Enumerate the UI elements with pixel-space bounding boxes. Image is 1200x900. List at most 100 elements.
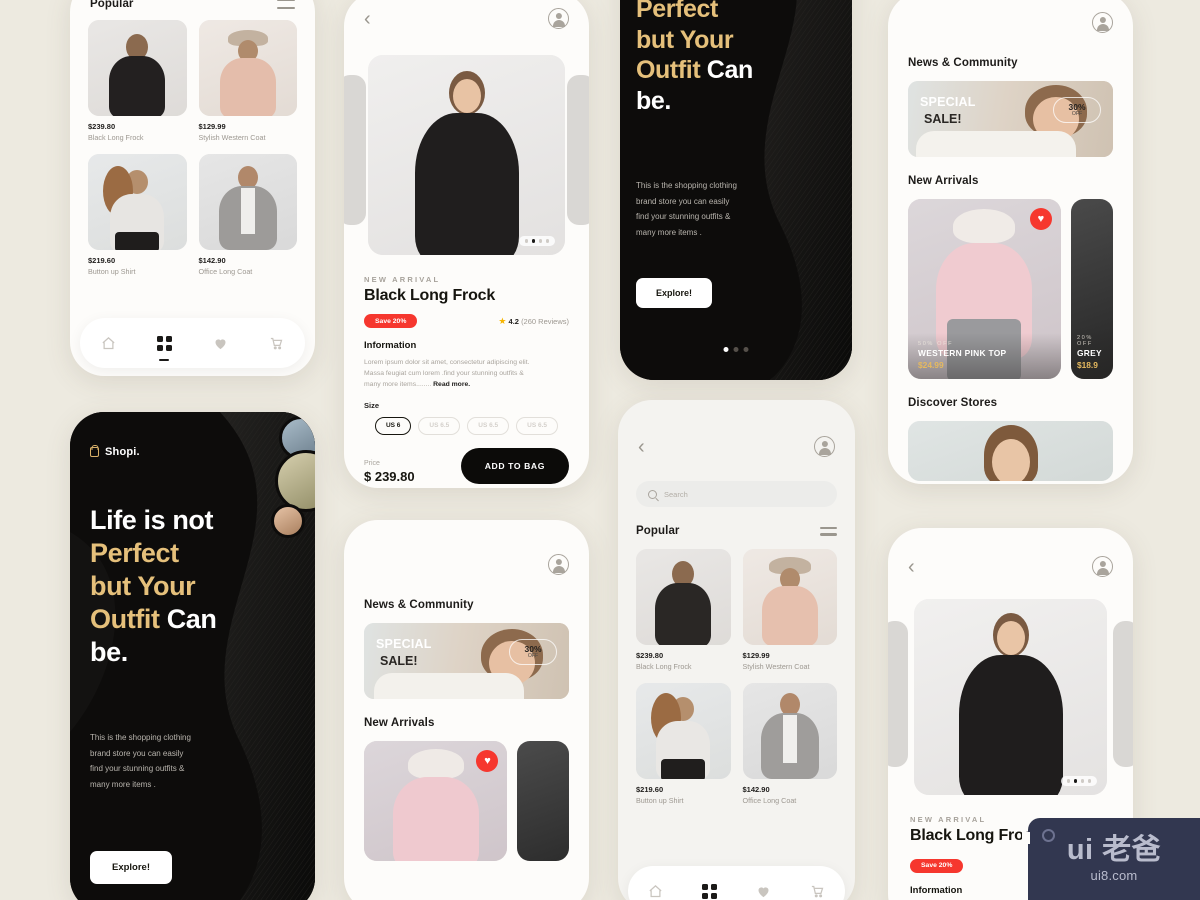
- next-image-peek[interactable]: [1113, 621, 1133, 767]
- prev-image-peek[interactable]: [344, 75, 366, 225]
- size-option[interactable]: US 6.5: [467, 416, 510, 435]
- product-card[interactable]: $129.99 Stylish Western Coat: [198, 20, 297, 142]
- image-carousel-dots[interactable]: [518, 235, 555, 246]
- nav-heart-icon[interactable]: [213, 336, 228, 351]
- hero-line-4: Outfit Can: [636, 55, 808, 86]
- product-card[interactable]: $129.99 Stylish Western Coat: [742, 549, 837, 671]
- hero-line-4-white: Can: [166, 603, 217, 634]
- product-name: Button up Shirt: [636, 796, 684, 805]
- user-avatar-icon[interactable]: [548, 8, 569, 29]
- user-avatar-icon[interactable]: [1092, 556, 1113, 577]
- chevron-left-icon[interactable]: ‹: [638, 437, 645, 457]
- carousel-dot[interactable]: [743, 347, 749, 352]
- hamburger-menu-icon[interactable]: [364, 558, 384, 572]
- add-to-bag-button[interactable]: ADD TO BAG: [460, 447, 569, 484]
- store-card[interactable]: [908, 421, 1113, 481]
- product-card[interactable]: $219.60 Button up Shirt: [636, 683, 731, 805]
- info-line: Massa feugiat cum lorem .find your stunn…: [364, 370, 524, 378]
- image-carousel-dots[interactable]: [1060, 775, 1097, 786]
- product-thumbnail: [636, 549, 731, 645]
- hero-body-line: This is the shopping clothing: [90, 733, 191, 742]
- size-label: Size: [364, 400, 380, 410]
- explore-button[interactable]: Explore!: [90, 851, 173, 884]
- next-image-peek[interactable]: [567, 75, 589, 225]
- nav-grid-icon[interactable]: [156, 335, 172, 351]
- product-price: $129.99: [742, 651, 770, 660]
- user-avatar-icon[interactable]: [1092, 12, 1113, 33]
- arrival-card[interactable]: 20% OFF GREY $18.9: [1070, 199, 1113, 379]
- carousel-dot[interactable]: [1087, 779, 1091, 783]
- list-menu-icon[interactable]: [277, 0, 295, 9]
- hero-line-1: Life is not: [90, 505, 214, 535]
- price-value: $ 239.80: [364, 468, 415, 484]
- chevron-left-icon[interactable]: ‹: [364, 9, 371, 29]
- hero-line-2: Perfect: [90, 537, 179, 568]
- discount-sub: OFF: [527, 653, 539, 660]
- carousel-dot[interactable]: [1073, 779, 1078, 783]
- carousel-dot[interactable]: [545, 239, 549, 243]
- user-avatar-icon[interactable]: [814, 436, 835, 457]
- list-menu-icon[interactable]: [820, 526, 837, 536]
- product-grid: $239.80 Black Long Frock $129.99 Stylish…: [70, 20, 315, 276]
- heart-filled-icon[interactable]: ♥: [1029, 208, 1052, 230]
- read-more-link[interactable]: Read more.: [433, 381, 470, 388]
- story-avatar[interactable]: [271, 504, 305, 538]
- carousel-dot[interactable]: [1080, 779, 1085, 783]
- product-card[interactable]: $239.80 Black Long Frock: [636, 549, 731, 671]
- carousel-dot[interactable]: [733, 347, 739, 352]
- chevron-left-icon[interactable]: ‹: [908, 557, 915, 577]
- arrival-card[interactable]: [517, 741, 569, 861]
- carousel-dot[interactable]: [1066, 779, 1071, 783]
- hamburger-menu-icon[interactable]: [908, 16, 928, 30]
- detail-topbar: ‹: [888, 528, 1133, 583]
- size-option[interactable]: US 6.5: [516, 416, 559, 435]
- size-option[interactable]: US 6: [374, 416, 412, 435]
- carousel-dot[interactable]: [723, 347, 729, 352]
- banner-line-1: SPECIAL: [376, 637, 432, 651]
- hero-body-line: This is the shopping clothing: [636, 181, 737, 190]
- carousel-dot[interactable]: [531, 239, 536, 243]
- user-avatar-icon[interactable]: [548, 554, 569, 575]
- product-card[interactable]: $142.90 Office Long Coat: [742, 683, 837, 805]
- nav-cart-icon[interactable]: [269, 336, 284, 351]
- product-hero-image[interactable]: [368, 55, 565, 255]
- product-name: Stylish Western Coat: [198, 133, 266, 142]
- arrival-price: $24.99: [918, 360, 944, 370]
- save-badge: Save 20%: [910, 858, 964, 873]
- carousel-dots[interactable]: [723, 347, 749, 352]
- info-line: Lorem ipsum dolor sit amet, consectetur …: [364, 359, 530, 366]
- banner-line-1: SPECIAL: [920, 95, 976, 109]
- rating-value: 4.2: [508, 316, 519, 326]
- special-sale-banner[interactable]: SPECIAL SALE! 30% OFF: [364, 623, 569, 699]
- hero-line-3: but Your: [90, 570, 196, 601]
- product-card[interactable]: $219.60 Button up Shirt: [88, 154, 187, 276]
- product-card[interactable]: $142.90 Office Long Coat: [198, 154, 297, 276]
- arrival-overlay: 20% OFF GREY $18.9: [1070, 327, 1113, 379]
- arrival-card[interactable]: ♥: [364, 741, 508, 861]
- nav-grid-icon[interactable]: [701, 883, 717, 899]
- nav-home-icon[interactable]: [101, 336, 116, 351]
- explore-button[interactable]: Explore!: [636, 278, 713, 308]
- nav-home-icon[interactable]: [648, 884, 663, 899]
- section-news-title: News & Community: [908, 57, 1018, 69]
- product-name: Stylish Western Coat: [742, 662, 810, 671]
- phone-search: ‹ Search Popular $239.80 Black Long Froc…: [618, 400, 855, 900]
- carousel-dot[interactable]: [538, 239, 543, 243]
- carousel-dot[interactable]: [524, 239, 529, 243]
- arrival-card[interactable]: ♥ 50% OFF WESTERN PINK TOP $24.99: [908, 199, 1061, 379]
- product-thumbnail: [742, 683, 837, 779]
- news-topbar: [344, 520, 589, 581]
- prev-image-peek[interactable]: [888, 621, 908, 767]
- hero-headline: Life is not Perfect but Your Outfit Can …: [90, 504, 263, 669]
- product-card[interactable]: $239.80 Black Long Frock: [88, 20, 187, 142]
- arrival-overlay: 50% OFF WESTERN PINK TOP $24.99: [908, 333, 1061, 379]
- product-hero-image[interactable]: [914, 599, 1107, 795]
- discount-sub: OFF: [1071, 111, 1083, 118]
- special-sale-banner[interactable]: SPECIAL SALE! 30% OFF: [908, 81, 1113, 157]
- size-option[interactable]: US 6.5: [418, 416, 461, 435]
- nav-cart-icon[interactable]: [810, 884, 825, 899]
- nav-heart-icon[interactable]: [756, 884, 771, 899]
- hero-body-line: find your stunning outfits &: [636, 212, 731, 222]
- search-input[interactable]: Search: [636, 481, 837, 507]
- discount-pill: 30% OFF: [1053, 97, 1101, 123]
